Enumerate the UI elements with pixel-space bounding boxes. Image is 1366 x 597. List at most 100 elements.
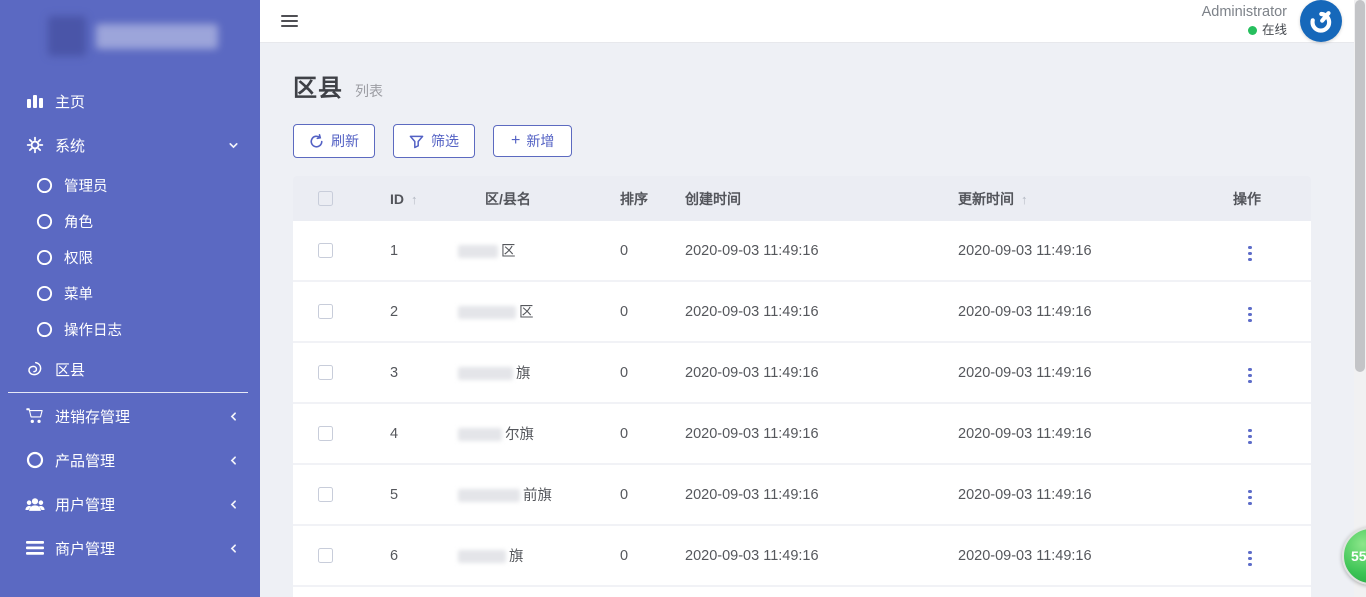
sidebar-item-label: 产品管理 [55,450,115,471]
table-row: 6 旗 0 2020-09-03 11:49:16 2020-09-03 11:… [293,526,1311,587]
bar-chart-icon [24,91,46,111]
row-cell-sort: 0 [620,243,685,259]
sidebar-item-merchants[interactable]: 商户管理 [0,526,260,570]
select-all-checkbox[interactable] [318,191,333,206]
row-cell-id: 6 [390,548,458,564]
circle-icon [33,319,55,339]
sidebar-item-permissions[interactable]: 权限 [0,239,260,275]
row-cell-created: 2020-09-03 11:49:16 [685,365,958,381]
row-checkbox[interactable] [318,304,333,319]
row-cell-updated: 2020-09-03 11:49:16 [958,548,1233,564]
blurred-text [458,428,502,441]
sidebar-item-label: 进销存管理 [55,406,130,427]
name-suffix: 旗 [516,366,531,382]
content: 区县 列表 刷新 筛选 + 新增 [260,43,1366,597]
sidebar-item-inventory[interactable]: 进销存管理 [0,394,260,438]
page-subtitle: 列表 [355,81,383,101]
row-checkbox[interactable] [318,426,333,441]
row-cell-updated: 2020-09-03 11:49:16 [958,426,1233,442]
partial-next-row [293,587,1311,597]
filter-button[interactable]: 筛选 [393,124,475,158]
online-status-label: 在线 [1262,22,1287,39]
user-avatar[interactable] [1300,0,1342,42]
row-cell-checkbox [293,426,390,441]
logo-text-blurred [96,24,218,49]
sidebar-item-home[interactable]: 主页 [0,79,260,123]
scrollbar-thumb[interactable] [1355,0,1365,372]
sidebar-item-label: 菜单 [64,283,93,304]
add-button[interactable]: + 新增 [493,125,572,157]
header-cell-id[interactable]: ID ↑ [390,191,458,207]
row-cell-created: 2020-09-03 11:49:16 [685,487,958,503]
sidebar-item-roles[interactable]: 角色 [0,203,260,239]
table-row: 3 旗 0 2020-09-03 11:49:16 2020-09-03 11:… [293,343,1311,404]
row-actions-kebab-icon[interactable] [1245,487,1255,509]
table-row: 4 尔旗 0 2020-09-03 11:49:16 2020-09-03 11… [293,404,1311,465]
sidebar-item-label: 用户管理 [55,494,115,515]
row-cell-id: 4 [390,426,458,442]
sidebar-item-label: 商户管理 [55,538,115,559]
blurred-text [458,245,498,258]
sidebar-item-system[interactable]: 系统 [0,123,260,167]
row-cell-created: 2020-09-03 11:49:16 [685,304,958,320]
row-cell-updated: 2020-09-03 11:49:16 [958,487,1233,503]
chevron-left-icon [227,454,240,467]
toolbar: 刷新 筛选 + 新增 [293,124,1311,158]
row-cell-ops [1233,420,1311,447]
online-dot-icon [1248,26,1257,35]
sidebar-item-label: 操作日志 [64,319,122,340]
sidebar-item-menus[interactable]: 菜单 [0,275,260,311]
chat-badge-label: 55 [1351,548,1366,564]
circle-icon [33,175,55,195]
sidebar-item-districts[interactable]: 区县 [0,347,260,391]
sidebar-item-label: 主页 [55,91,85,112]
header-cell-name: 区/县名 [458,189,620,209]
table-row: 5 前旗 0 2020-09-03 11:49:16 2020-09-03 11… [293,465,1311,526]
row-cell-ops [1233,298,1311,325]
row-actions-kebab-icon[interactable] [1245,365,1255,387]
sidebar-nav: 主页 系统 管理员 角色 权限 [0,72,260,570]
row-actions-kebab-icon[interactable] [1245,243,1255,265]
sidebar-item-operation-logs[interactable]: 操作日志 [0,311,260,347]
sidebar-item-label: 区县 [55,359,85,380]
user-name: Administrator [1202,3,1287,23]
row-checkbox[interactable] [318,243,333,258]
header-cell-updated[interactable]: 更新时间↑ [958,189,1233,209]
power-icon [1302,2,1340,40]
row-cell-id: 1 [390,243,458,259]
app-logo[interactable] [0,0,260,72]
header-label: 更新时间 [958,191,1014,207]
row-cell-created: 2020-09-03 11:49:16 [685,548,958,564]
row-checkbox[interactable] [318,365,333,380]
sidebar-item-label: 权限 [64,247,93,268]
sort-asc-icon: ↑ [411,192,418,207]
header-cell-created: 创建时间 [685,189,958,209]
spiral-icon [24,359,46,379]
row-actions-kebab-icon[interactable] [1245,304,1255,326]
main-area: Administrator 在线 区县 列表 [260,0,1366,597]
page-title: 区县 [293,68,343,103]
row-cell-name: 旗 [458,545,620,566]
row-cell-name: 旗 [458,362,620,383]
header-cell-ops: 操作 [1233,189,1311,209]
row-checkbox[interactable] [318,548,333,563]
sidebar-item-users[interactable]: 用户管理 [0,482,260,526]
row-checkbox[interactable] [318,487,333,502]
refresh-button[interactable]: 刷新 [293,124,375,158]
sidebar-item-label: 角色 [64,211,93,232]
header-label: ID [390,191,404,207]
sidebar-item-products[interactable]: 产品管理 [0,438,260,482]
chevron-left-icon [227,410,240,423]
sidebar-item-admins[interactable]: 管理员 [0,167,260,203]
row-cell-sort: 0 [620,365,685,381]
row-actions-kebab-icon[interactable] [1245,426,1255,448]
hamburger-menu-icon[interactable] [281,15,298,28]
chevron-left-icon [227,542,240,555]
row-cell-checkbox [293,304,390,319]
row-actions-kebab-icon[interactable] [1245,548,1255,570]
blurred-text [458,306,516,319]
row-cell-id: 5 [390,487,458,503]
user-info: Administrator 在线 [1202,3,1287,39]
blurred-text [458,489,520,502]
users-icon [24,494,46,514]
